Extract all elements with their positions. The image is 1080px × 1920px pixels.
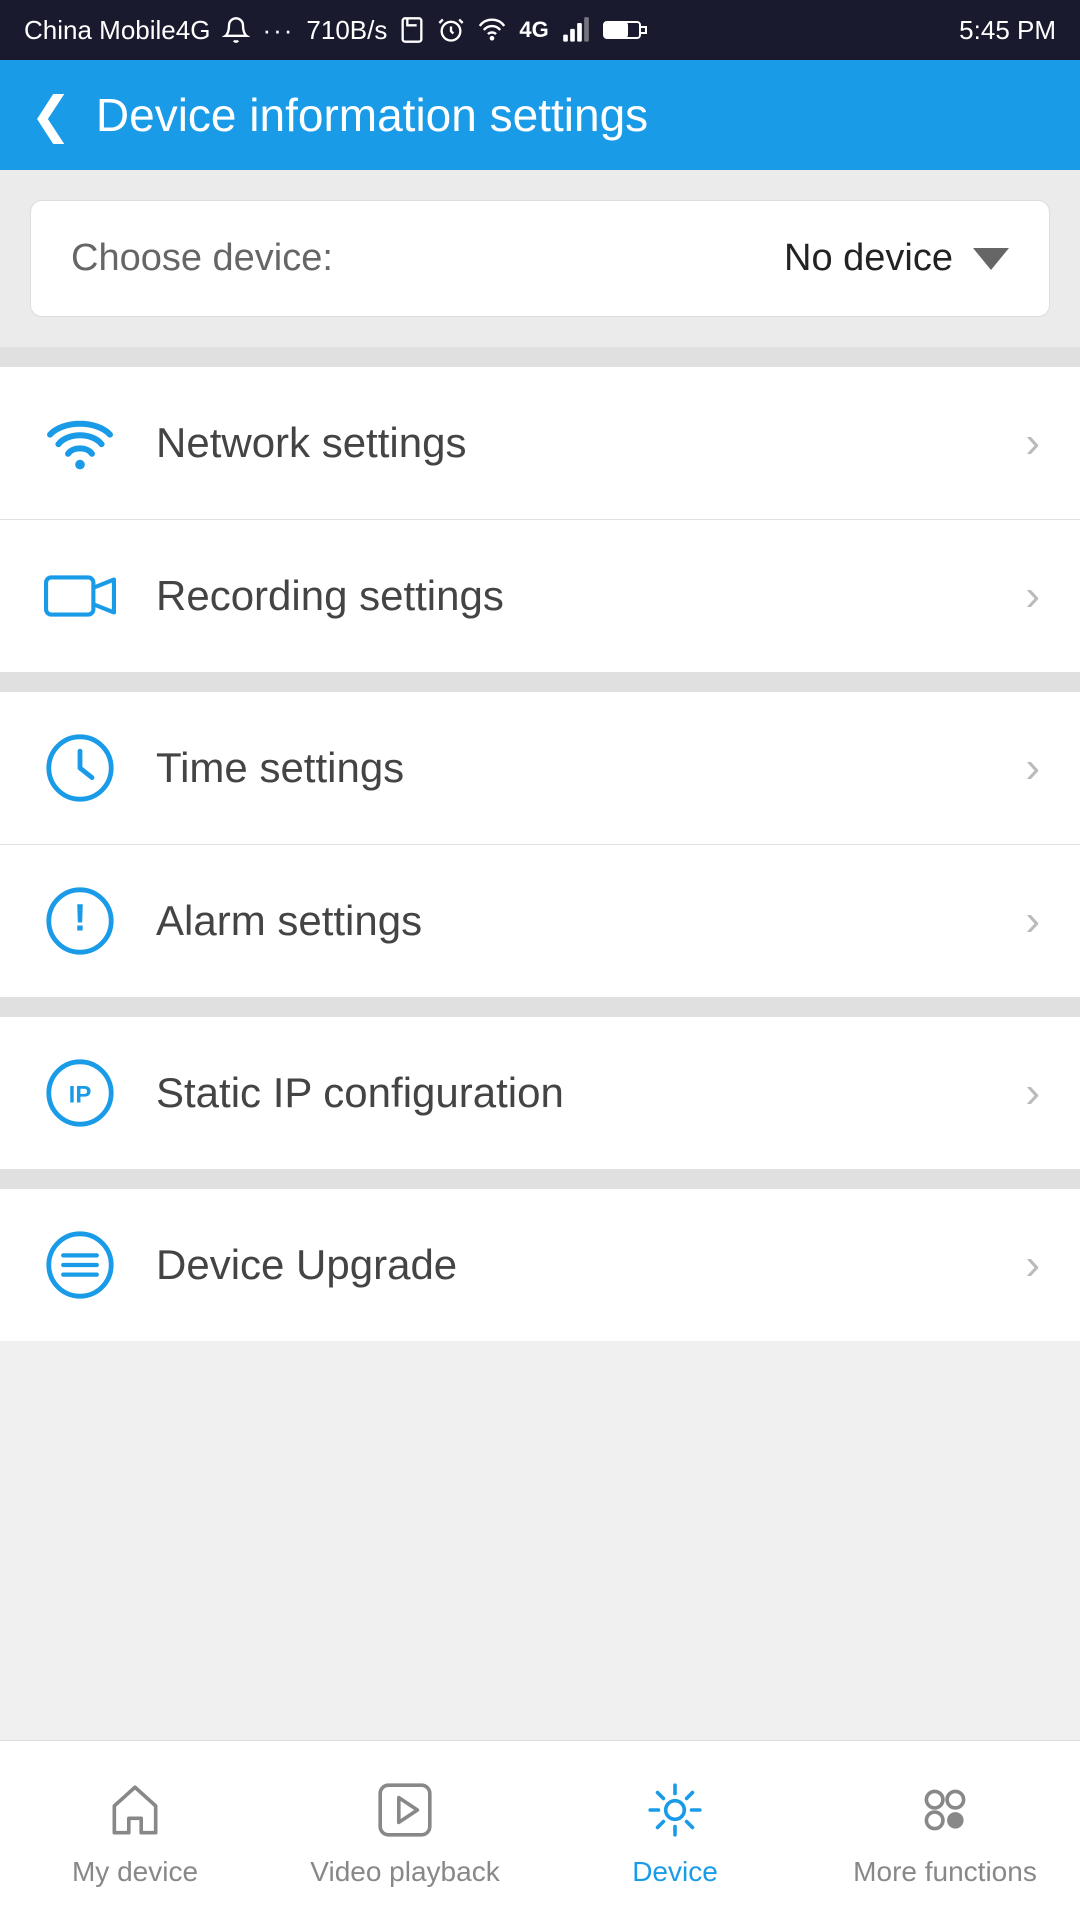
menu-item-staticip[interactable]: IP Static IP configuration ›: [0, 1017, 1080, 1169]
device-selector-label: Choose device:: [71, 237, 333, 280]
page-title: Device information settings: [96, 88, 648, 142]
bottom-navigation: My device Video playback: [0, 1740, 1080, 1920]
play-icon: [369, 1774, 441, 1846]
battery-icon: [603, 17, 647, 43]
alarm-settings-label: Alarm settings: [156, 897, 1025, 945]
alarm-arrow-icon: ›: [1025, 896, 1040, 946]
menu-item-network[interactable]: Network settings ›: [0, 367, 1080, 520]
nav-label-more-functions: More functions: [853, 1856, 1037, 1888]
time-text: 5:45 PM: [959, 15, 1056, 46]
ip-icon: IP: [40, 1053, 120, 1133]
clock-icon: [40, 728, 120, 808]
menu-item-recording[interactable]: Recording settings ›: [0, 520, 1080, 672]
chevron-down-icon: [973, 248, 1009, 270]
menu-section-1: Network settings › Recording settings ›: [0, 367, 1080, 672]
menu-section-3: IP Static IP configuration ›: [0, 1017, 1080, 1169]
upgrade-arrow-icon: ›: [1025, 1240, 1040, 1290]
device-selector-right: No device: [784, 237, 1009, 280]
recording-settings-label: Recording settings: [156, 572, 1025, 620]
status-bar: China Mobile4G ··· 710B/s 4G: [0, 0, 1080, 60]
device-selector[interactable]: Choose device: No device: [30, 200, 1050, 317]
alarm-clock-icon: [437, 16, 465, 44]
status-left: China Mobile4G ··· 710B/s 4G: [24, 15, 647, 46]
network-settings-label: Network settings: [156, 419, 1025, 467]
page-header: ❮ Device information settings: [0, 60, 1080, 170]
notification-icon: [222, 16, 250, 44]
device-selector-container: Choose device: No device: [0, 170, 1080, 347]
camera-icon: [40, 556, 120, 636]
carrier-text: China Mobile4G: [24, 15, 210, 46]
staticip-arrow-icon: ›: [1025, 1068, 1040, 1118]
menu-item-alarm[interactable]: ! Alarm settings ›: [0, 845, 1080, 997]
dots-icon: ···: [262, 15, 294, 46]
back-button[interactable]: ❮: [30, 86, 72, 144]
nav-item-more-functions[interactable]: More functions: [810, 1741, 1080, 1920]
upgrade-label: Device Upgrade: [156, 1241, 1025, 1289]
menu-item-time[interactable]: Time settings ›: [0, 692, 1080, 845]
status-right: 5:45 PM: [959, 15, 1056, 46]
staticip-settings-label: Static IP configuration: [156, 1069, 1025, 1117]
nav-item-video-playback[interactable]: Video playback: [270, 1741, 540, 1920]
sim-icon: [399, 16, 425, 44]
nav-label-video-playback: Video playback: [310, 1856, 499, 1888]
gear-icon: [639, 1774, 711, 1846]
time-arrow-icon: ›: [1025, 743, 1040, 793]
nav-item-device[interactable]: Device: [540, 1741, 810, 1920]
alarm-icon: !: [40, 881, 120, 961]
network-arrow-icon: ›: [1025, 418, 1040, 468]
svg-text:IP: IP: [69, 1082, 92, 1109]
recording-arrow-icon: ›: [1025, 571, 1040, 621]
section-divider-1: [0, 347, 1080, 367]
signal-icon: [561, 16, 591, 44]
nav-label-device: Device: [632, 1856, 718, 1888]
wifi-status-icon: [477, 16, 507, 44]
section-divider-2: [0, 672, 1080, 692]
home-icon: [99, 1774, 171, 1846]
speed-text: 710B/s: [306, 15, 387, 46]
device-selector-value: No device: [784, 237, 953, 280]
menu-item-upgrade[interactable]: Device Upgrade ›: [0, 1189, 1080, 1341]
upgrade-icon: [40, 1225, 120, 1305]
dots-grid-icon: [909, 1774, 981, 1846]
spacer-area: [0, 1341, 1080, 1481]
svg-text:!: !: [74, 897, 87, 940]
section-divider-4: [0, 1169, 1080, 1189]
wifi-icon: [40, 403, 120, 483]
time-settings-label: Time settings: [156, 744, 1025, 792]
nav-label-my-device: My device: [72, 1856, 198, 1888]
section-divider-3: [0, 997, 1080, 1017]
menu-section-4: Device Upgrade ›: [0, 1189, 1080, 1341]
menu-section-2: Time settings › ! Alarm settings ›: [0, 692, 1080, 997]
network-4g: 4G: [519, 17, 548, 43]
nav-item-my-device[interactable]: My device: [0, 1741, 270, 1920]
